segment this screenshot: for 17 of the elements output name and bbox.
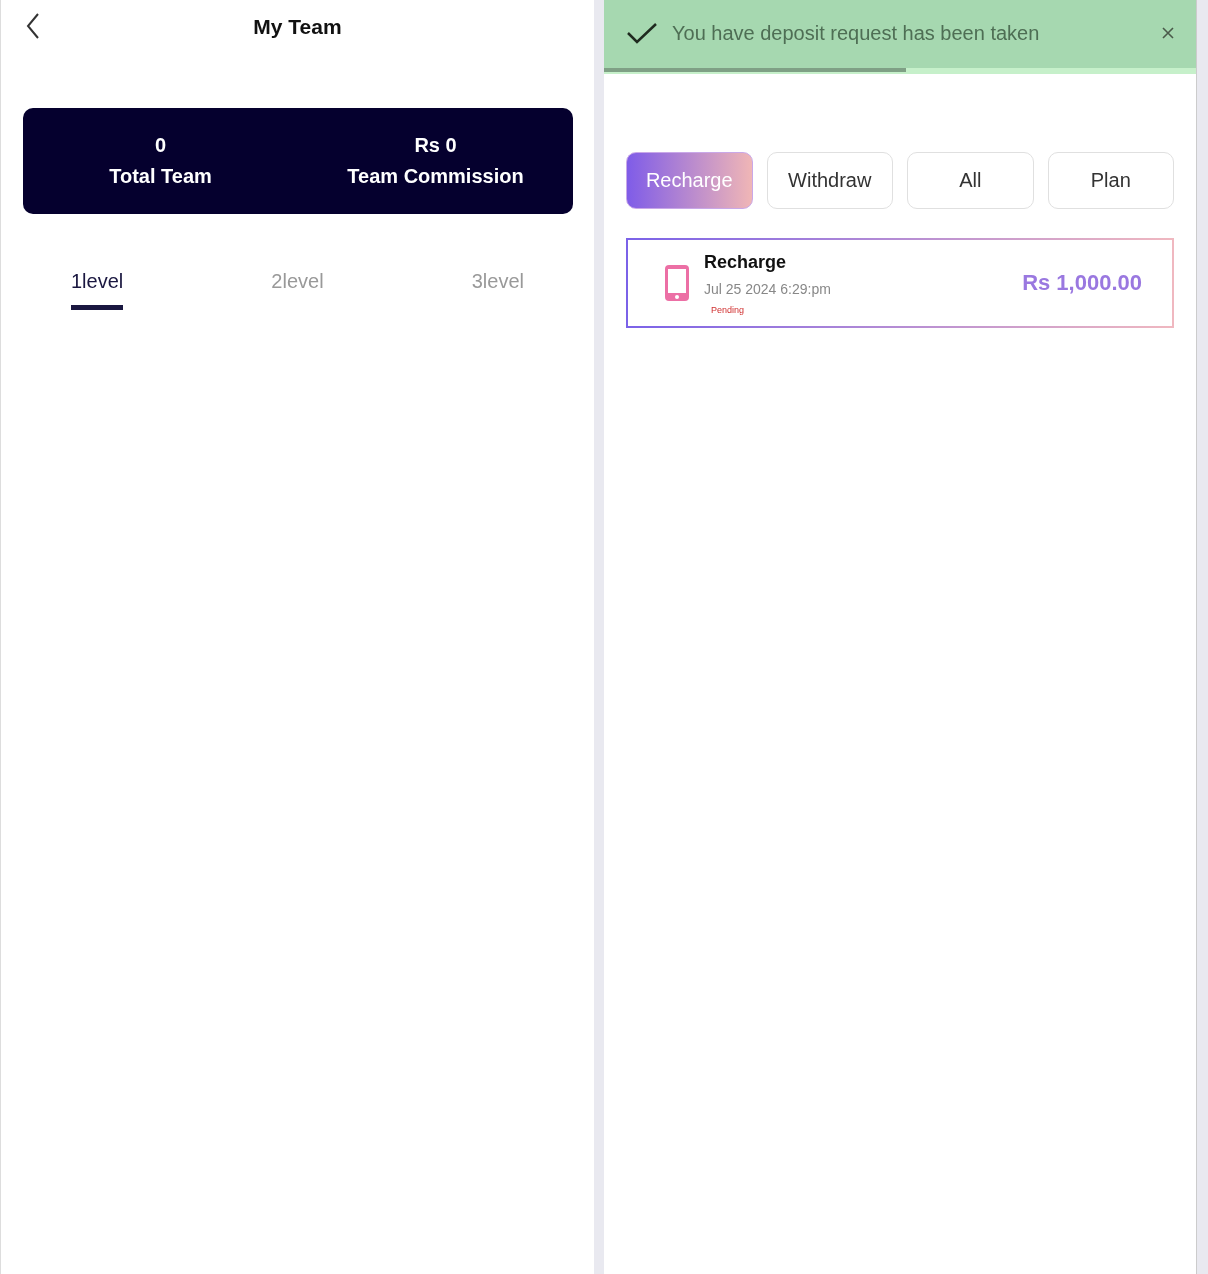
record-status: Pending [711,304,746,315]
phone-icon [664,264,690,302]
stat-value: 0 [153,133,168,158]
page-title: My Team [253,15,342,39]
level-tab[interactable]: 1level [71,270,124,310]
stat-label: Team Commission [346,164,525,189]
stat-label: Total Team [108,164,213,189]
record-date: Jul 25 2024 6:29:pm [704,280,832,297]
filter-tab[interactable]: Plan [1047,152,1174,209]
stat-value: Rs 0 [413,133,458,158]
record-title: Recharge [704,251,788,273]
close-icon[interactable] [1162,27,1174,39]
filter-tab[interactable]: All [907,152,1034,209]
filter-tab[interactable]: Withdraw [766,152,893,209]
record-amount: Rs 1,000.00 [1022,270,1142,296]
checkmark-icon [626,21,658,45]
toast-message: You have deposit request has been taken [672,21,1041,45]
